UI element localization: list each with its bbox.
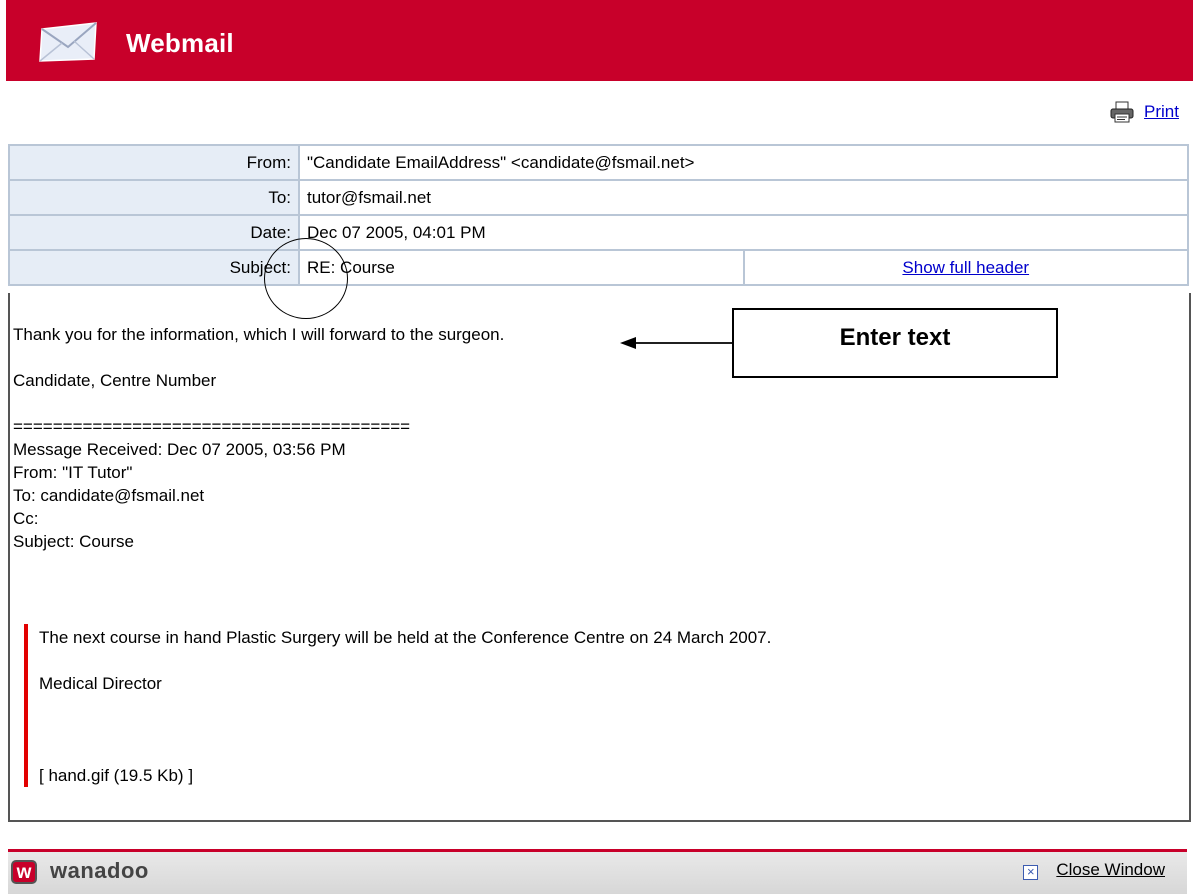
show-full-header-cell: Show full header: [742, 249, 1189, 286]
original-cc-line: Cc:: [13, 509, 39, 528]
original-subject-line: Subject: Course: [13, 532, 134, 551]
wanadoo-logo-icon: w: [11, 860, 37, 884]
printer-icon[interactable]: [1110, 101, 1134, 123]
enter-text-callout: Enter text: [732, 308, 1058, 378]
app-title: Webmail: [126, 28, 234, 58]
header-row-to: To: tutor@fsmail.net: [8, 179, 1189, 216]
footer-bar: w wanadoo × Close Window: [8, 849, 1187, 894]
callout-label: Enter text: [839, 324, 951, 351]
subject-label: Subject:: [8, 249, 300, 286]
close-window-label[interactable]: Close Window: [1056, 860, 1165, 879]
brand-name: wanadoo: [50, 858, 149, 883]
attachment-link[interactable]: [ hand.gif (19.5 Kb) ]: [39, 764, 193, 787]
close-window-button[interactable]: × Close Window: [1023, 860, 1165, 880]
from-label: From:: [8, 144, 300, 181]
date-value: Dec 07 2005, 04:01 PM: [298, 214, 1189, 251]
original-from-line: From: "IT Tutor": [13, 463, 133, 482]
header-row-date: Date: Dec 07 2005, 04:01 PM: [8, 214, 1189, 251]
subject-value: RE: Course: [298, 249, 745, 286]
to-value: tutor@fsmail.net: [298, 179, 1189, 216]
close-icon[interactable]: ×: [1023, 865, 1039, 880]
message-text: Thank you for the information, which I w…: [13, 323, 504, 553]
from-value: "Candidate EmailAddress" <candidate@fsma…: [298, 144, 1189, 181]
print-control[interactable]: Print: [1110, 101, 1179, 126]
app-header-bar: Webmail: [6, 0, 1193, 81]
header-row-from: From: "Candidate EmailAddress" <candidat…: [8, 144, 1189, 181]
separator-line: ========================================: [13, 417, 411, 436]
to-label: To:: [8, 179, 300, 216]
reply-line: Thank you for the information, which I w…: [13, 325, 505, 344]
date-label: Date:: [8, 214, 300, 251]
quoted-signature: Medical Director: [39, 674, 162, 693]
quoted-message: The next course in hand Plastic Surgery …: [24, 624, 1136, 787]
arrow-left-icon: [620, 337, 734, 349]
print-link[interactable]: Print: [1144, 102, 1179, 121]
envelope-icon: [39, 22, 97, 62]
signature-line: Candidate, Centre Number: [13, 371, 217, 390]
show-full-header-link[interactable]: Show full header: [902, 258, 1029, 277]
quoted-text: The next course in hand Plastic Surgery …: [39, 628, 772, 647]
header-row-subject: Subject: RE: Course Show full header: [8, 249, 1189, 286]
received-line: Message Received: Dec 07 2005, 03:56 PM: [13, 440, 346, 459]
message-header-table: From: "Candidate EmailAddress" <candidat…: [8, 144, 1189, 286]
highlight-circle: [264, 238, 348, 319]
original-to-line: To: candidate@fsmail.net: [13, 486, 205, 505]
